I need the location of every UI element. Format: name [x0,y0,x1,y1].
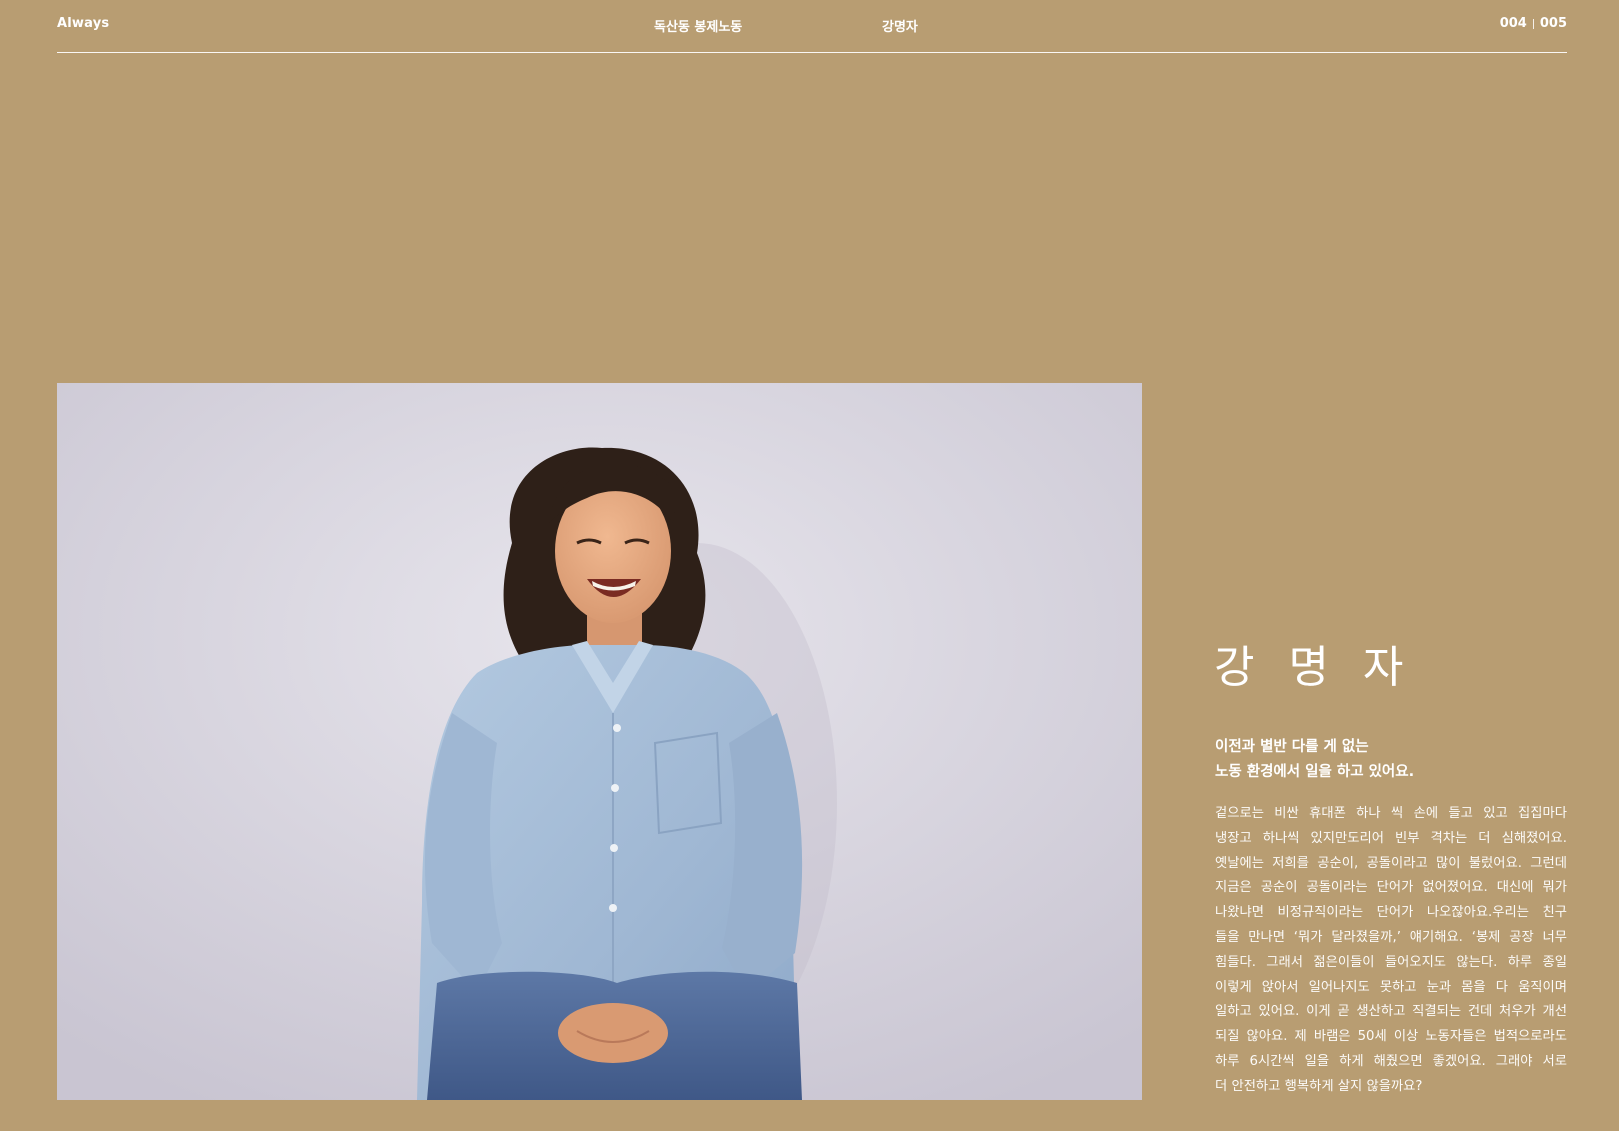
body-line: 힘들다. 그래서 젊은이들이 들어오지도 않는다. 하루 종일 [1215,954,1567,970]
body-line: 겉으로는 비싼 휴대폰 하나 씩 손에 들고 있고 집집마다 [1215,806,1567,821]
portrait-illustration [57,383,1142,1100]
portrait-photo [57,383,1142,1100]
pager-divider [1532,18,1534,29]
body-line: 옛날에는 저희를 공순이, 공돌이라고 많이 불렀어요. 그런데 [1215,855,1567,871]
lead-line: 노동 환경에서 일을 하고 있어요. [1215,764,1415,780]
person-name-heading: 강 명 자 [1214,642,1414,693]
body-line: 나왔냐면 비정규직이라는 단어가 나오잖아요.우리는 친구 [1215,905,1567,921]
brand-link[interactable]: Always [57,16,109,31]
page-indicator: 004 005 [1500,16,1567,31]
top-bar: Always 독산동 봉제노동 강명자 004 005 [57,0,1567,53]
page: Always 독산동 봉제노동 강명자 004 005 강 명 자 이전과 별반… [0,0,1619,1131]
interview-body: 겉으로는 비싼 휴대폰 하나 씩 손에 들고 있고 집집마다 냉장고 하나씩 있… [1215,802,1567,1100]
body-line: 들을 만나면 ‘뭐가 달라졌을까,’ 얘기해요. ‘봉제 공장 너무 [1215,929,1567,945]
body-line: 더 안전하고 행복하게 살지 않을까요? [1215,1078,1423,1094]
person-name-nav[interactable]: 강명자 [882,16,918,35]
lead-line: 이전과 별반 다를 게 없는 [1215,739,1369,755]
body-line: 일하고 있어요. 이게 곧 생산하고 직결되는 건데 처우가 개선 [1215,1004,1567,1020]
total-pages: 005 [1539,16,1567,31]
current-page: 004 [1499,16,1527,31]
section-title[interactable]: 독산동 봉제노동 [654,16,742,35]
lead-quote: 이전과 별반 다를 게 없는 노동 환경에서 일을 하고 있어요. [1215,735,1570,785]
body-line: 지금은 공순이 공돌이라는 단어가 없어졌어요. 대신에 뭐가 [1215,880,1567,896]
body-line: 이렇게 앉아서 일어나지도 못하고 눈과 몸을 다 움직이며 [1215,979,1567,995]
body-line: 되질 않아요. 제 바램은 50세 이상 노동자들은 법적으로라도 [1215,1029,1567,1045]
body-line: 냉장고 하나씩 있지만도리어 빈부 격차는 더 심해졌어요. [1215,830,1567,846]
body-line: 하루 6시간씩 일을 하게 해줬으면 좋겠어요. 그래야 서로 [1215,1053,1567,1069]
